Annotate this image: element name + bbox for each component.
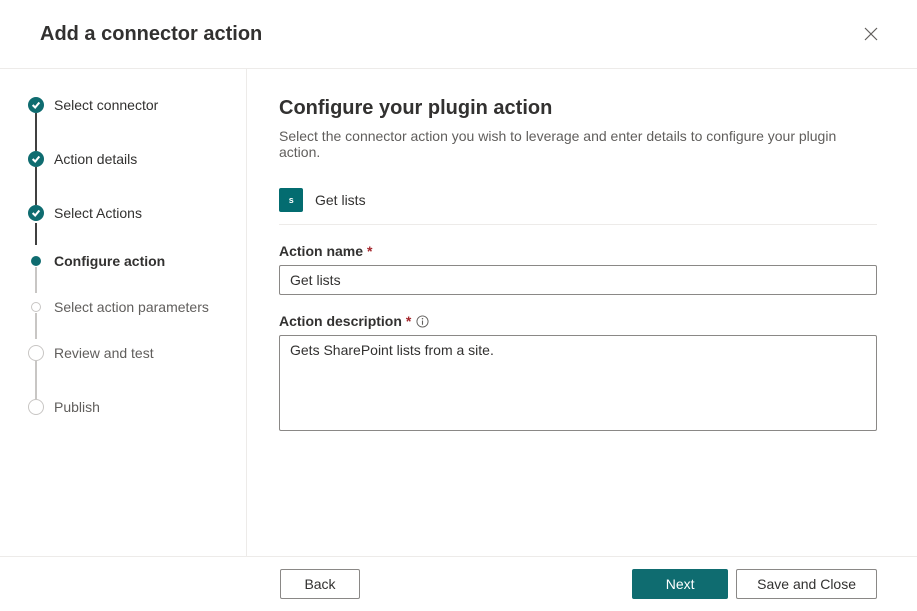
step-select-action-parameters: Select action parameters <box>28 299 238 339</box>
page-subtitle: Select the connector action you wish to … <box>279 128 877 160</box>
empty-dot-icon <box>31 302 41 312</box>
close-button[interactable] <box>855 18 887 50</box>
step-label: Select connector <box>54 97 158 113</box>
action-name-input[interactable] <box>279 265 877 295</box>
step-label: Configure action <box>54 253 165 269</box>
step-label: Select Actions <box>54 205 142 221</box>
check-icon <box>28 205 44 221</box>
step-label: Publish <box>54 399 100 415</box>
field-action-description: Action description * <box>279 313 877 434</box>
step-label: Action details <box>54 151 137 167</box>
step-review-and-test: Review and test <box>28 345 238 385</box>
next-button[interactable]: Next <box>632 569 728 599</box>
sharepoint-icon: s <box>279 188 303 212</box>
action-description-input[interactable] <box>279 335 877 431</box>
required-indicator: * <box>406 313 411 329</box>
dialog-title: Add a connector action <box>40 23 262 46</box>
step-action-details[interactable]: Action details <box>28 151 238 191</box>
action-name-label: Action name * <box>279 243 877 259</box>
check-icon <box>28 97 44 113</box>
empty-circle-icon <box>28 345 44 361</box>
step-label: Review and test <box>54 345 154 361</box>
selected-action-name: Get lists <box>315 192 366 208</box>
dialog-body: Select connector Action details Select A… <box>0 69 917 556</box>
step-select-connector[interactable]: Select connector <box>28 97 238 137</box>
back-button[interactable]: Back <box>280 569 360 599</box>
action-description-label: Action description * <box>279 313 877 329</box>
required-indicator: * <box>367 243 372 259</box>
current-dot-icon <box>31 256 41 266</box>
step-publish: Publish <box>28 399 238 419</box>
step-label: Select action parameters <box>54 299 209 315</box>
page-heading: Configure your plugin action <box>279 97 877 120</box>
selected-action-header: s Get lists <box>279 188 877 225</box>
field-action-name: Action name * <box>279 243 877 295</box>
info-icon[interactable] <box>415 314 429 328</box>
step-configure-action[interactable]: Configure action <box>28 253 238 293</box>
close-icon <box>864 27 878 41</box>
dialog-header: Add a connector action <box>0 0 917 69</box>
wizard-steps: Select connector Action details Select A… <box>28 97 238 419</box>
step-select-actions[interactable]: Select Actions <box>28 205 238 245</box>
check-icon <box>28 151 44 167</box>
dialog-footer: Back Next Save and Close <box>0 556 917 611</box>
main-panel: Configure your plugin action Select the … <box>247 69 917 556</box>
wizard-sidebar: Select connector Action details Select A… <box>0 69 247 556</box>
save-and-close-button[interactable]: Save and Close <box>736 569 877 599</box>
empty-circle-icon <box>28 399 44 415</box>
